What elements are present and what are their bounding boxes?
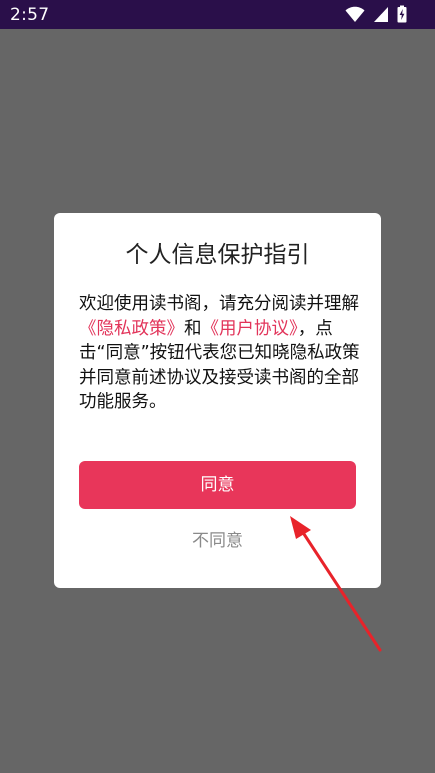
user-agreement-link[interactable]: 《用户协议》 [202,319,298,339]
wifi-icon [345,5,365,25]
dialog-title: 个人信息保护指引 [125,242,310,268]
dialog-body: 欢迎使用读书阁，请充分阅读并理解《隐私政策》和《用户协议》，点击“同意”按钮代表… [79,292,361,415]
body-prefix: 欢迎使用读书阁，请充分阅读并理解 [79,294,359,314]
privacy-policy-link[interactable]: 《隐私政策》 [79,319,184,339]
signal-icon [373,5,389,25]
disagree-button[interactable]: 不同意 [79,523,356,559]
status-bar: 2:57 [0,0,435,29]
agree-button[interactable]: 同意 [79,461,356,509]
status-icons [345,5,407,25]
privacy-dialog: 个人信息保护指引 欢迎使用读书阁，请充分阅读并理解《隐私政策》和《用户协议》，点… [54,213,381,588]
status-time: 2:57 [10,5,50,25]
battery-charging-icon [397,5,407,25]
body-connector: 和 [184,318,202,339]
